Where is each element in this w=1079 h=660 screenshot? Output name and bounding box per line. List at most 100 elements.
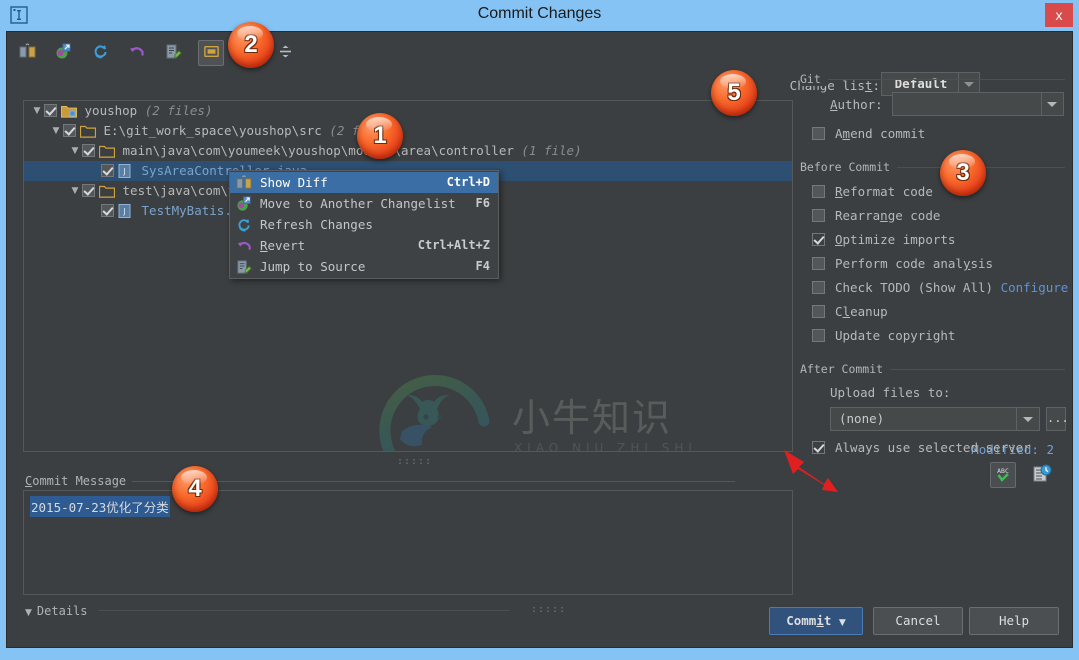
commit-message-toolbar: ABC — [986, 462, 1054, 488]
context-menu-item[interactable]: Show Diff Ctrl+D — [230, 172, 498, 193]
spellcheck-icon[interactable]: ABC — [990, 462, 1017, 488]
show-diff-icon[interactable] — [15, 40, 39, 64]
context-menu-item[interactable]: Move to Another Changelist F6 — [230, 193, 498, 214]
java-file-icon: J — [118, 204, 134, 218]
tree-row[interactable]: ▼ main\java\com\youmeek\youshop\module\a… — [24, 141, 792, 161]
before-commit-checkbox[interactable]: Optimize imports — [800, 228, 1065, 252]
splitter-handle[interactable]: ::::: — [397, 456, 432, 467]
folder-icon — [80, 124, 96, 138]
checkbox-label: Check TODO (Show All) — [835, 280, 1001, 295]
checkbox-box — [812, 185, 825, 198]
commit-message-value: 2015-07-23优化了分类 — [30, 496, 170, 517]
dialog-footer: Commit ▼ Cancel Help — [7, 607, 1074, 637]
commit-message-input[interactable]: 2015-07-23优化了分类 — [23, 490, 793, 595]
author-label: Author: — [830, 97, 883, 112]
folder-icon — [99, 184, 115, 198]
context-menu-shortcut: Ctrl+D — [446, 175, 490, 189]
before-commit-checkbox[interactable]: Cleanup — [800, 300, 1065, 324]
svg-text:J: J — [122, 207, 125, 216]
jump-to-source-icon[interactable] — [162, 40, 186, 64]
checkbox-label: Perform code analysis — [835, 256, 994, 271]
upload-files-row: Upload files to: (none) ... — [800, 382, 1069, 436]
tree-row-checkbox[interactable] — [82, 184, 95, 197]
commit-options-panel: Git Author: Amend commit Before Commit R… — [800, 72, 1069, 460]
dialog-body: Change list: Default ▼ youshop (2 files)… — [6, 31, 1073, 648]
group-by-directory-icon[interactable] — [198, 40, 225, 66]
tree-row-label: youshop — [84, 103, 138, 118]
window-title: Commit Changes — [477, 5, 602, 22]
author-field[interactable] — [892, 92, 1064, 116]
before-commit-checkbox[interactable]: Update copyright — [800, 324, 1065, 348]
context-menu-item[interactable]: Revert Ctrl+Alt+Z — [230, 235, 498, 256]
revert-icon[interactable] — [125, 40, 149, 64]
chevron-down-icon: ▼ — [838, 618, 846, 628]
refresh-changes-icon[interactable] — [88, 40, 112, 64]
tree-row[interactable]: ▼ E:\git_work_space\youshop\src (2 files… — [24, 121, 792, 141]
message-history-icon[interactable] — [1030, 462, 1054, 486]
always-use-selected-server-checkbox[interactable]: Always use selected server — [800, 436, 1065, 460]
tree-row-checkbox[interactable] — [101, 204, 114, 217]
tree-row-checkbox[interactable] — [82, 144, 95, 157]
amend-commit-checkbox[interactable]: Amend commit — [800, 122, 1065, 146]
help-button[interactable]: Help — [969, 607, 1059, 635]
checkbox-label: Update copyright — [835, 328, 956, 343]
checkbox-label: Rearrange code — [835, 208, 941, 223]
watermark-text: 小牛知识库 — [512, 396, 673, 440]
java-file-icon: J — [118, 164, 134, 178]
tree-row-label: main\java\com\youmeek\youshop\module\are… — [122, 143, 514, 158]
upload-server-value: (none) — [839, 411, 885, 426]
checkbox-label: Optimize imports — [835, 232, 956, 247]
configure-servers-button[interactable]: ... — [1046, 407, 1069, 431]
context-menu-item-label: Revert — [260, 238, 306, 253]
tree-row[interactable]: ▼ youshop (2 files) — [24, 101, 792, 121]
tree-row-checkbox[interactable] — [63, 124, 76, 137]
show-diff-icon — [236, 175, 252, 191]
checkbox-label: Reformat code — [835, 184, 933, 199]
tree-row-count: (2 files) — [144, 103, 213, 118]
chevron-down-icon[interactable] — [1041, 93, 1063, 115]
folder-icon — [99, 144, 115, 158]
upload-server-dropdown[interactable]: (none) — [830, 407, 1040, 431]
checkbox-box — [812, 127, 825, 140]
before-commit-checkbox[interactable]: Reformat code — [800, 180, 1065, 204]
commit-message-label: Commit Message — [25, 474, 133, 488]
before-commit-checkbox[interactable]: Rearrange code — [800, 204, 1065, 228]
checkbox-box — [812, 209, 825, 222]
git-group-title: Git — [800, 72, 1065, 86]
context-menu-item[interactable]: Refresh Changes — [230, 214, 498, 235]
close-icon[interactable]: x — [1045, 3, 1073, 27]
tree-twisty[interactable]: ▼ — [32, 101, 42, 121]
move-to-changelist-icon[interactable] — [52, 40, 76, 64]
title-bar: Commit Changes x — [0, 0, 1079, 31]
context-menu-item-label: Jump to Source — [260, 259, 366, 274]
after-commit-group-title: After Commit — [800, 362, 1065, 376]
collapse-all-icon[interactable] — [273, 40, 297, 64]
module-folder-icon — [61, 104, 77, 118]
checkbox-box — [812, 329, 825, 342]
context-menu-item[interactable]: Jump to Source F4 — [230, 256, 498, 277]
tree-twisty[interactable]: ▼ — [70, 141, 80, 161]
tree-row-label: E:\git_work_space\youshop\src — [103, 123, 322, 138]
configure-link[interactable]: Configure — [1001, 280, 1069, 295]
before-commit-group-title: Before Commit — [800, 160, 1065, 174]
author-row: Author: — [800, 92, 1065, 118]
context-menu-shortcut: F6 — [475, 196, 490, 210]
context-menu[interactable]: Show Diff Ctrl+D Move to Another Changelis… — [229, 170, 499, 279]
tree-twisty[interactable]: ▼ — [70, 181, 80, 201]
revert-icon — [236, 238, 252, 254]
before-commit-checkbox[interactable]: Perform code analysis — [800, 252, 1065, 276]
annotation-badge-5: 5 — [711, 70, 757, 116]
context-menu-item-label: Move to Another Changelist — [260, 196, 456, 211]
tree-row-checkbox[interactable] — [101, 164, 114, 177]
tree-twisty[interactable]: ▼ — [51, 121, 61, 141]
commit-button[interactable]: Commit ▼ — [769, 607, 863, 635]
cancel-button[interactable]: Cancel — [873, 607, 963, 635]
commit-changes-window: Commit Changes x list: Default ▼ youshop… — [0, 0, 1079, 660]
watermark-subtext: XIAO NIU ZHI SHI KU — [514, 441, 697, 452]
chevron-down-icon[interactable] — [1016, 408, 1039, 430]
svg-text:J: J — [122, 167, 125, 176]
tree-row-checkbox[interactable] — [44, 104, 57, 117]
context-menu-shortcut: Ctrl+Alt+Z — [417, 238, 490, 252]
before-commit-checkbox[interactable]: Check TODO (Show All) Configure — [800, 276, 1068, 300]
watermark-logo: 小牛知识库 XIAO NIU ZHI SHI KU — [372, 369, 702, 452]
